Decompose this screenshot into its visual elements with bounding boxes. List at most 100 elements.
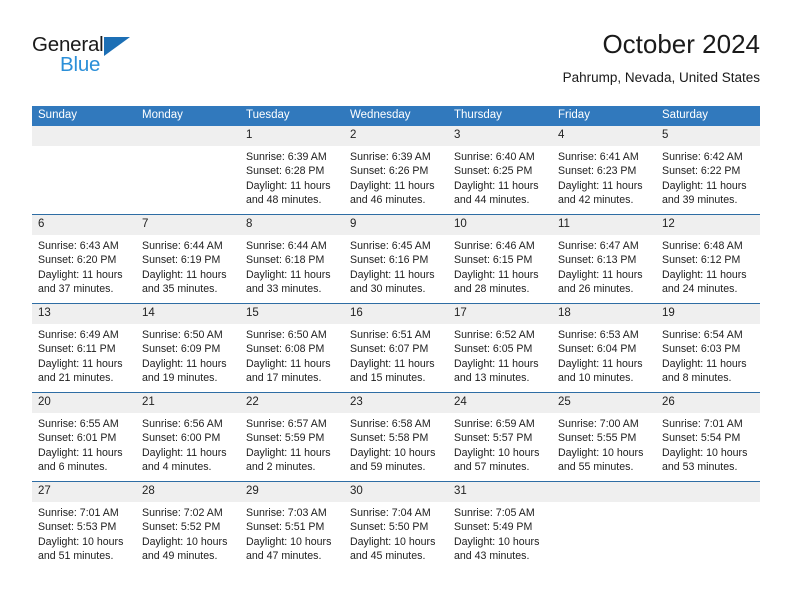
calendar-day-cell[interactable]: 22 Sunrise: 6:57 AM Sunset: 5:59 PM Dayligh… bbox=[240, 392, 344, 482]
day-details: Sunrise: 6:39 AM Sunset: 6:26 PM Daylight:… bbox=[344, 146, 448, 208]
calendar-day-cell[interactable]: 24 Sunrise: 6:59 AM Sunset: 5:57 PM Dayligh… bbox=[448, 392, 552, 482]
daylight-duration-line1: Daylight: 10 hours bbox=[454, 446, 540, 459]
daylight-duration-line1: Daylight: 11 hours bbox=[350, 268, 435, 281]
sunset-time: Sunset: 5:50 PM bbox=[350, 521, 429, 534]
sunrise-time: Sunrise: 6:49 AM bbox=[38, 329, 119, 341]
sunrise-time: Sunrise: 6:52 AM bbox=[454, 329, 535, 341]
calendar-day-cell[interactable]: 9 Sunrise: 6:45 AM Sunset: 6:16 PM Daylight… bbox=[344, 214, 448, 304]
day-details: Sunrise: 6:43 AM Sunset: 6:20 PM Daylight:… bbox=[32, 235, 136, 297]
calendar-day-cell[interactable]: 17 Sunrise: 6:52 AM Sunset: 6:05 PM Dayligh… bbox=[448, 303, 552, 393]
daylight-duration-line2: and 33 minutes. bbox=[246, 283, 322, 296]
weekday-header-tuesday: Tuesday bbox=[240, 106, 344, 126]
day-number: 29 bbox=[240, 482, 344, 502]
sunrise-time: Sunrise: 6:39 AM bbox=[246, 151, 327, 163]
calendar-day-cell[interactable]: 31 Sunrise: 7:05 AM Sunset: 5:49 PM Dayligh… bbox=[448, 481, 552, 570]
day-cell-inner: 4 Sunrise: 6:41 AM Sunset: 6:23 PM Daylight… bbox=[552, 126, 656, 214]
calendar-day-cell[interactable]: 29 Sunrise: 7:03 AM Sunset: 5:51 PM Dayligh… bbox=[240, 481, 344, 570]
day-details: Sunrise: 6:51 AM Sunset: 6:07 PM Daylight:… bbox=[344, 324, 448, 386]
sunrise-time: Sunrise: 6:50 AM bbox=[246, 329, 327, 341]
day-cell-inner: 23 Sunrise: 6:58 AM Sunset: 5:58 PM Dayligh… bbox=[344, 393, 448, 481]
sunset-time: Sunset: 5:49 PM bbox=[454, 521, 533, 534]
calendar-day-cell[interactable]: 10 Sunrise: 6:46 AM Sunset: 6:15 PM Dayligh… bbox=[448, 214, 552, 304]
sunrise-sunset-calendar: Sunday Monday Tuesday Wednesday Thursday… bbox=[32, 106, 760, 570]
day-details: Sunrise: 7:03 AM Sunset: 5:51 PM Daylight:… bbox=[240, 502, 344, 564]
calendar-day-cell[interactable]: 4 Sunrise: 6:41 AM Sunset: 6:23 PM Daylight… bbox=[552, 126, 656, 215]
sunset-time: Sunset: 6:23 PM bbox=[558, 165, 637, 178]
daylight-duration-line2: and 53 minutes. bbox=[662, 461, 738, 474]
day-cell-inner bbox=[656, 482, 760, 570]
day-cell-inner: 12 Sunrise: 6:48 AM Sunset: 6:12 PM Dayligh… bbox=[656, 215, 760, 303]
sunrise-time: Sunrise: 6:56 AM bbox=[142, 418, 223, 430]
day-cell-inner: 22 Sunrise: 6:57 AM Sunset: 5:59 PM Dayligh… bbox=[240, 393, 344, 481]
calendar-day-cell[interactable]: 13 Sunrise: 6:49 AM Sunset: 6:11 PM Dayligh… bbox=[32, 303, 136, 393]
day-number: 5 bbox=[656, 126, 760, 146]
day-cell-inner: 28 Sunrise: 7:02 AM Sunset: 5:52 PM Dayligh… bbox=[136, 482, 240, 570]
daylight-duration-line1: Daylight: 11 hours bbox=[246, 446, 331, 459]
page-title: October 2024 bbox=[602, 29, 760, 59]
sunset-time: Sunset: 6:26 PM bbox=[350, 165, 429, 178]
sunrise-time: Sunrise: 6:41 AM bbox=[558, 151, 639, 163]
calendar-day-cell[interactable]: 2 Sunrise: 6:39 AM Sunset: 6:26 PM Daylight… bbox=[344, 126, 448, 215]
calendar-day-cell[interactable]: 15 Sunrise: 6:50 AM Sunset: 6:08 PM Dayligh… bbox=[240, 303, 344, 393]
sunset-time: Sunset: 6:19 PM bbox=[142, 254, 221, 267]
sunset-time: Sunset: 6:25 PM bbox=[454, 165, 533, 178]
calendar-week-row: 20 Sunrise: 6:55 AM Sunset: 6:01 PM Dayligh… bbox=[32, 392, 760, 482]
day-number: 8 bbox=[240, 215, 344, 235]
calendar-day-cell[interactable]: 7 Sunrise: 6:44 AM Sunset: 6:19 PM Daylight… bbox=[136, 214, 240, 304]
sunrise-time: Sunrise: 7:01 AM bbox=[662, 418, 743, 430]
daylight-duration-line1: Daylight: 11 hours bbox=[142, 446, 227, 459]
calendar-day-cell[interactable]: 12 Sunrise: 6:48 AM Sunset: 6:12 PM Dayligh… bbox=[656, 214, 760, 304]
daylight-duration-line2: and 17 minutes. bbox=[246, 372, 322, 385]
daylight-duration-line1: Daylight: 11 hours bbox=[454, 268, 539, 281]
calendar-week-row: 6 Sunrise: 6:43 AM Sunset: 6:20 PM Daylight… bbox=[32, 214, 760, 304]
sunset-time: Sunset: 5:52 PM bbox=[142, 521, 221, 534]
daylight-duration-line2: and 15 minutes. bbox=[350, 372, 426, 385]
calendar-day-cell[interactable]: 25 Sunrise: 7:00 AM Sunset: 5:55 PM Dayligh… bbox=[552, 392, 656, 482]
day-details: Sunrise: 6:57 AM Sunset: 5:59 PM Daylight:… bbox=[240, 413, 344, 475]
sunrise-time: Sunrise: 7:05 AM bbox=[454, 507, 535, 519]
sunset-time: Sunset: 5:59 PM bbox=[246, 432, 325, 445]
calendar-day-cell[interactable]: 5 Sunrise: 6:42 AM Sunset: 6:22 PM Daylight… bbox=[656, 126, 760, 215]
calendar-day-cell[interactable]: 11 Sunrise: 6:47 AM Sunset: 6:13 PM Dayligh… bbox=[552, 214, 656, 304]
logo-text-blue: Blue bbox=[60, 53, 101, 76]
day-number: 30 bbox=[344, 482, 448, 502]
daylight-duration-line1: Daylight: 10 hours bbox=[38, 535, 124, 548]
sunrise-time: Sunrise: 6:53 AM bbox=[558, 329, 639, 341]
day-number: 9 bbox=[344, 215, 448, 235]
day-cell-inner: 17 Sunrise: 6:52 AM Sunset: 6:05 PM Dayligh… bbox=[448, 304, 552, 392]
calendar-day-cell[interactable]: 23 Sunrise: 6:58 AM Sunset: 5:58 PM Dayligh… bbox=[344, 392, 448, 482]
day-number: 14 bbox=[136, 304, 240, 324]
day-cell-inner: 31 Sunrise: 7:05 AM Sunset: 5:49 PM Dayligh… bbox=[448, 482, 552, 570]
daylight-duration-line1: Daylight: 11 hours bbox=[38, 446, 123, 459]
calendar-day-cell[interactable]: 26 Sunrise: 7:01 AM Sunset: 5:54 PM Dayligh… bbox=[656, 392, 760, 482]
calendar-day-cell[interactable]: 14 Sunrise: 6:50 AM Sunset: 6:09 PM Dayligh… bbox=[136, 303, 240, 393]
sunset-time: Sunset: 6:16 PM bbox=[350, 254, 429, 267]
calendar-day-cell[interactable]: 28 Sunrise: 7:02 AM Sunset: 5:52 PM Dayligh… bbox=[136, 481, 240, 570]
day-number: 17 bbox=[448, 304, 552, 324]
calendar-day-cell[interactable]: 30 Sunrise: 7:04 AM Sunset: 5:50 PM Dayligh… bbox=[344, 481, 448, 570]
title-block: October 2024 Pahrump, Nevada, United Sta… bbox=[563, 28, 760, 88]
calendar-day-cell[interactable]: 19 Sunrise: 6:54 AM Sunset: 6:03 PM Dayligh… bbox=[656, 303, 760, 393]
calendar-day-cell[interactable]: 20 Sunrise: 6:55 AM Sunset: 6:01 PM Dayligh… bbox=[32, 392, 136, 482]
sunset-time: Sunset: 6:00 PM bbox=[142, 432, 221, 445]
calendar-day-cell[interactable]: 6 Sunrise: 6:43 AM Sunset: 6:20 PM Daylight… bbox=[32, 214, 136, 304]
day-details: Sunrise: 7:05 AM Sunset: 5:49 PM Daylight:… bbox=[448, 502, 552, 564]
daylight-duration-line2: and 35 minutes. bbox=[142, 283, 218, 296]
daylight-duration-line2: and 13 minutes. bbox=[454, 372, 530, 385]
sunset-time: Sunset: 6:05 PM bbox=[454, 343, 533, 356]
calendar-day-cell[interactable]: 3 Sunrise: 6:40 AM Sunset: 6:25 PM Daylight… bbox=[448, 126, 552, 215]
calendar-day-cell[interactable]: 27 Sunrise: 7:01 AM Sunset: 5:53 PM Dayligh… bbox=[32, 481, 136, 570]
daylight-duration-line2: and 44 minutes. bbox=[454, 194, 530, 207]
calendar-day-cell[interactable]: 16 Sunrise: 6:51 AM Sunset: 6:07 PM Dayligh… bbox=[344, 303, 448, 393]
calendar-day-cell[interactable]: 1 Sunrise: 6:39 AM Sunset: 6:28 PM Daylight… bbox=[240, 126, 344, 215]
calendar-day-cell[interactable]: 18 Sunrise: 6:53 AM Sunset: 6:04 PM Dayligh… bbox=[552, 303, 656, 393]
sunrise-time: Sunrise: 6:48 AM bbox=[662, 240, 743, 252]
calendar-day-cell[interactable]: 8 Sunrise: 6:44 AM Sunset: 6:18 PM Daylight… bbox=[240, 214, 344, 304]
day-cell-inner: 13 Sunrise: 6:49 AM Sunset: 6:11 PM Dayligh… bbox=[32, 304, 136, 392]
day-number: 18 bbox=[552, 304, 656, 324]
calendar-day-cell[interactable]: 21 Sunrise: 6:56 AM Sunset: 6:00 PM Dayligh… bbox=[136, 392, 240, 482]
sunset-time: Sunset: 5:55 PM bbox=[558, 432, 637, 445]
page-header: General Blue October 2024 Pahrump, Nevad… bbox=[32, 28, 760, 98]
day-details: Sunrise: 7:04 AM Sunset: 5:50 PM Daylight:… bbox=[344, 502, 448, 564]
sunset-time: Sunset: 6:03 PM bbox=[662, 343, 741, 356]
